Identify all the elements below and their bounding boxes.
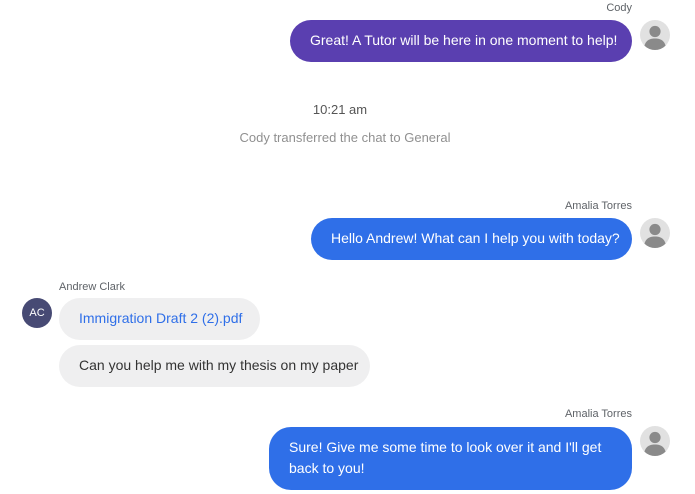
chat-timestamp: 10:21 am xyxy=(312,102,368,117)
message-bubble: Sure! Give me some time to look over it … xyxy=(269,427,632,490)
user-silhouette-icon xyxy=(644,25,666,50)
transfer-notice: Cody transferred the chat to General xyxy=(239,130,451,145)
message-bubble: Can you help me with my thesis on my pap… xyxy=(59,345,370,387)
attachment-bubble[interactable]: Immigration Draft 2 (2).pdf xyxy=(59,298,260,340)
sender-name: Cody xyxy=(606,2,632,14)
sender-name: Amalia Torres xyxy=(564,200,632,212)
user-avatar: AC xyxy=(22,298,52,328)
user-avatar xyxy=(640,20,670,50)
sender-name: Amalia Torres xyxy=(564,408,632,420)
message-bubble: Great! A Tutor will be here in one momen… xyxy=(290,20,632,62)
avatar-initials: AC xyxy=(29,307,45,319)
user-avatar xyxy=(640,218,670,248)
user-avatar xyxy=(640,426,670,456)
attachment-link[interactable]: Immigration Draft 2 (2).pdf xyxy=(79,310,242,326)
user-silhouette-icon xyxy=(644,431,666,456)
user-silhouette-icon xyxy=(644,223,666,248)
sender-name: Andrew Clark xyxy=(59,281,126,293)
message-bubble: Hello Andrew! What can I help you with t… xyxy=(311,218,632,260)
